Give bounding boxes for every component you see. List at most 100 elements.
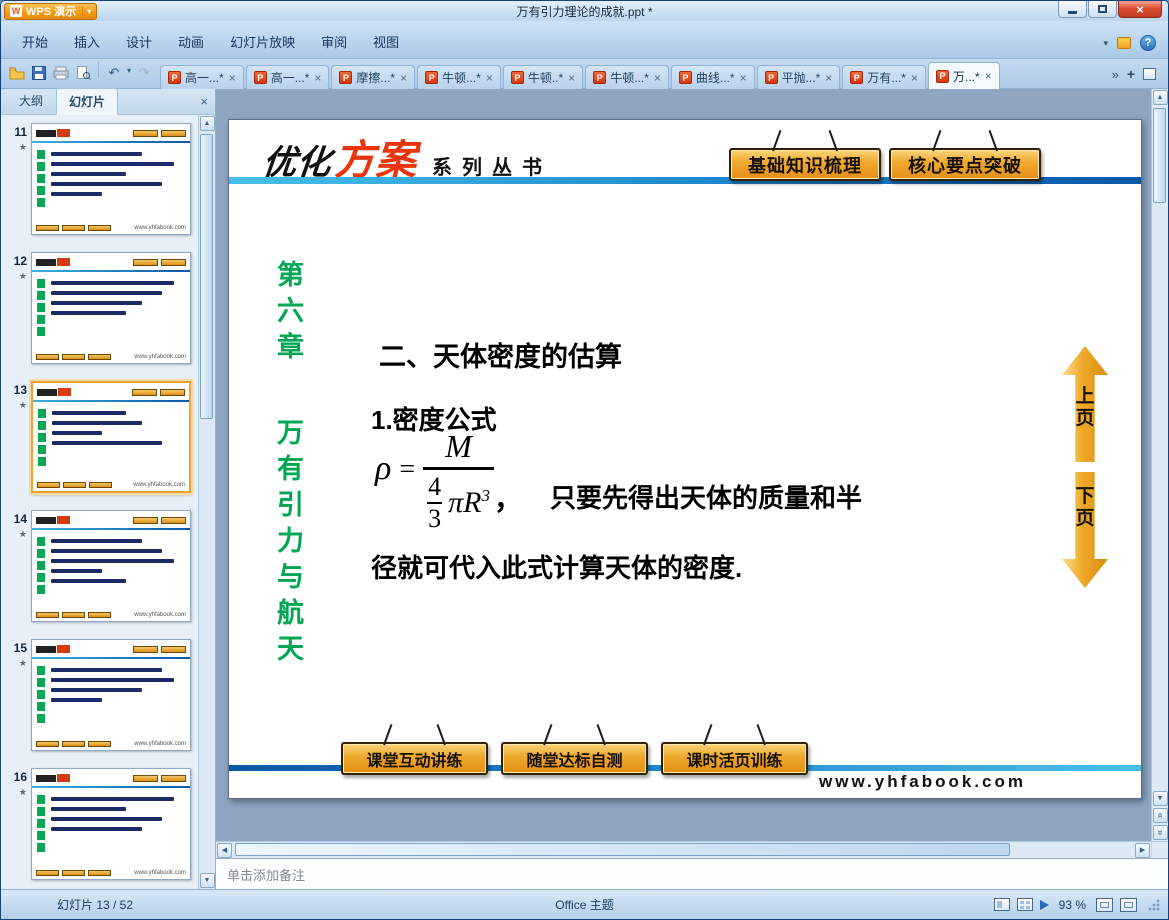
resize-grip[interactable] (1147, 898, 1160, 911)
sidebar-tab-bar: 大纲 幻灯片 × (1, 87, 215, 115)
doc-tab-4[interactable]: P 牛顿...* × (417, 65, 501, 89)
notes-pane[interactable]: 单击添加备注 (216, 858, 1168, 889)
undo-dropdown-icon[interactable]: ▾ (127, 66, 131, 80)
tab-animation[interactable]: 动画 (165, 27, 217, 58)
minimize-button[interactable] (1058, 1, 1087, 18)
class-practice-button[interactable]: 课堂互动讲练 (341, 742, 488, 775)
print-icon[interactable] (52, 64, 70, 81)
tab-close-icon[interactable]: × (740, 71, 747, 85)
slide-editor-viewport[interactable]: 优化 方案 系列丛书 基础知识梳理 核心要点突破 第六章 万有引力与航天 二、天… (216, 89, 1168, 841)
prev-page-button[interactable]: 上页 (1062, 346, 1108, 462)
thumbnail-preview[interactable]: www.yhfabook.com (31, 510, 191, 622)
tab-close-icon[interactable]: × (825, 71, 832, 85)
save-icon[interactable] (30, 64, 48, 81)
doc-tab-active[interactable]: P 万...* × (928, 62, 1000, 89)
tab-close-icon[interactable]: × (400, 71, 407, 85)
gift-icon[interactable] (1117, 37, 1131, 49)
tab-close-icon[interactable]: × (314, 71, 321, 85)
tab-insert[interactable]: 插入 (61, 27, 113, 58)
doc-tab-3[interactable]: P 摩擦...* × (331, 65, 416, 89)
scroll-left-icon[interactable]: ◀ (217, 842, 232, 858)
doc-tab-2[interactable]: P 高一...* × (245, 65, 330, 89)
doc-tab-6[interactable]: P 牛顿...* × (585, 65, 669, 89)
tab-close-icon[interactable]: × (985, 69, 992, 83)
scroll-down-icon[interactable]: ▼ (1152, 791, 1168, 806)
tab-close-icon[interactable]: × (568, 71, 575, 85)
thumbnail-preview[interactable]: www.yhfabook.com (31, 123, 191, 235)
doc-tab-7[interactable]: P 曲线...* × (670, 65, 755, 89)
thumbnail-preview[interactable]: www.yhfabook.com (31, 768, 191, 880)
doc-tab-9[interactable]: P 万有...* × (842, 65, 926, 89)
maximize-button[interactable] (1088, 1, 1117, 18)
slide-thumbnail[interactable]: 15 ★ www.yhfabook.com (1, 639, 198, 768)
tab-slides[interactable]: 幻灯片 (56, 88, 119, 115)
previous-slide-button[interactable]: » (1152, 808, 1168, 823)
chevron-down-icon[interactable]: ▾ (82, 6, 91, 16)
tab-close-icon[interactable]: × (229, 71, 236, 85)
ribbon-collapse-icon[interactable]: ▾ (1103, 38, 1108, 49)
core-points-button[interactable]: 核心要点突破 (889, 148, 1041, 181)
exponent: 3 (481, 485, 490, 505)
transition-star-icon: ★ (18, 400, 27, 410)
doc-tab-label: 万有...* (867, 71, 906, 85)
scrollbar-track[interactable] (199, 132, 215, 872)
scrollbar-thumb[interactable] (235, 843, 1010, 856)
tab-overflow-icon[interactable]: » (1112, 67, 1119, 82)
undo-button[interactable]: ↶ (105, 64, 123, 81)
tab-outline[interactable]: 大纲 (6, 87, 56, 114)
tab-review[interactable]: 审阅 (308, 27, 360, 58)
close-button[interactable]: × (1118, 1, 1162, 18)
slide-thumbnail[interactable]: 11 ★ www.yhfabook.com (1, 123, 198, 252)
slide-thumbnail[interactable]: 12 ★ www.yhfabook.com (1, 252, 198, 381)
thumbnail-preview[interactable]: www.yhfabook.com (31, 252, 191, 364)
next-page-button[interactable]: 下页 (1062, 472, 1108, 588)
sidebar-close-button[interactable]: × (200, 94, 208, 109)
doc-tab-1[interactable]: P 高一...* × (160, 65, 244, 89)
scrollbar-thumb[interactable] (200, 134, 213, 419)
doc-tab-8[interactable]: P 平抛...* × (756, 65, 841, 89)
sidebar-scrollbar[interactable]: ▲ ▼ (198, 115, 215, 889)
tab-close-icon[interactable]: × (654, 71, 661, 85)
redo-button[interactable]: ↷ (135, 64, 153, 81)
editor-vertical-scrollbar[interactable]: ▲ ▼ » » (1151, 89, 1168, 841)
tab-slideshow[interactable]: 幻灯片放映 (217, 27, 308, 58)
next-slide-button[interactable]: » (1152, 825, 1168, 840)
scroll-down-icon[interactable]: ▼ (199, 873, 215, 888)
new-document-button[interactable]: + (1127, 66, 1135, 82)
scrollbar-track[interactable] (1152, 106, 1168, 790)
scrollbar-thumb[interactable] (1153, 108, 1166, 203)
slide-thumbnail[interactable]: 14 ★ www.yhfabook.com (1, 510, 198, 639)
self-test-button[interactable]: 随堂达标自测 (501, 742, 648, 775)
lesson-training-button[interactable]: 课时活页训练 (661, 742, 808, 775)
scroll-up-icon[interactable]: ▲ (199, 116, 215, 131)
doc-tab-5[interactable]: P 牛顿..* × (502, 65, 584, 89)
slide-canvas[interactable]: 优化 方案 系列丛书 基础知识梳理 核心要点突破 第六章 万有引力与航天 二、天… (228, 119, 1142, 799)
zoom-level[interactable]: 93 % (1059, 898, 1086, 912)
wps-app-button[interactable]: W WPS 演示 ▾ (4, 2, 98, 20)
tab-close-icon[interactable]: × (486, 71, 493, 85)
print-preview-icon[interactable] (74, 64, 92, 81)
editor-horizontal-scrollbar[interactable]: ◀ ▶ (216, 842, 1151, 858)
tab-close-icon[interactable]: × (911, 71, 918, 85)
scroll-right-icon[interactable]: ▶ (1135, 842, 1150, 858)
scroll-up-icon[interactable]: ▲ (1152, 90, 1168, 105)
panel-toggle-icon[interactable] (1143, 68, 1156, 80)
slide-sorter-button[interactable] (1016, 898, 1033, 911)
fit-window-button[interactable] (1096, 897, 1113, 912)
slideshow-button[interactable] (1039, 899, 1049, 910)
help-button[interactable]: ? (1140, 35, 1156, 51)
basic-knowledge-button[interactable]: 基础知识梳理 (729, 148, 881, 181)
rho-symbol: ρ (375, 450, 392, 487)
tab-home[interactable]: 开始 (9, 27, 61, 58)
folder-open-icon (9, 67, 25, 79)
slide-thumbnail[interactable]: 16 ★ www.yhfabook.com (1, 768, 198, 889)
open-file-icon[interactable] (8, 64, 26, 81)
tab-design[interactable]: 设计 (113, 27, 165, 58)
thumbnail-preview[interactable]: www.yhfabook.com (31, 381, 191, 493)
slide-thumbnail-selected[interactable]: 13 ★ www.yhfabook.com (1, 381, 198, 510)
zoom-dialog-button[interactable] (1120, 897, 1137, 912)
thumbnail-preview[interactable]: www.yhfabook.com (31, 639, 191, 751)
normal-view-button[interactable] (993, 898, 1010, 911)
tab-view[interactable]: 视图 (360, 27, 412, 58)
scrollbar-track[interactable] (233, 842, 1134, 858)
